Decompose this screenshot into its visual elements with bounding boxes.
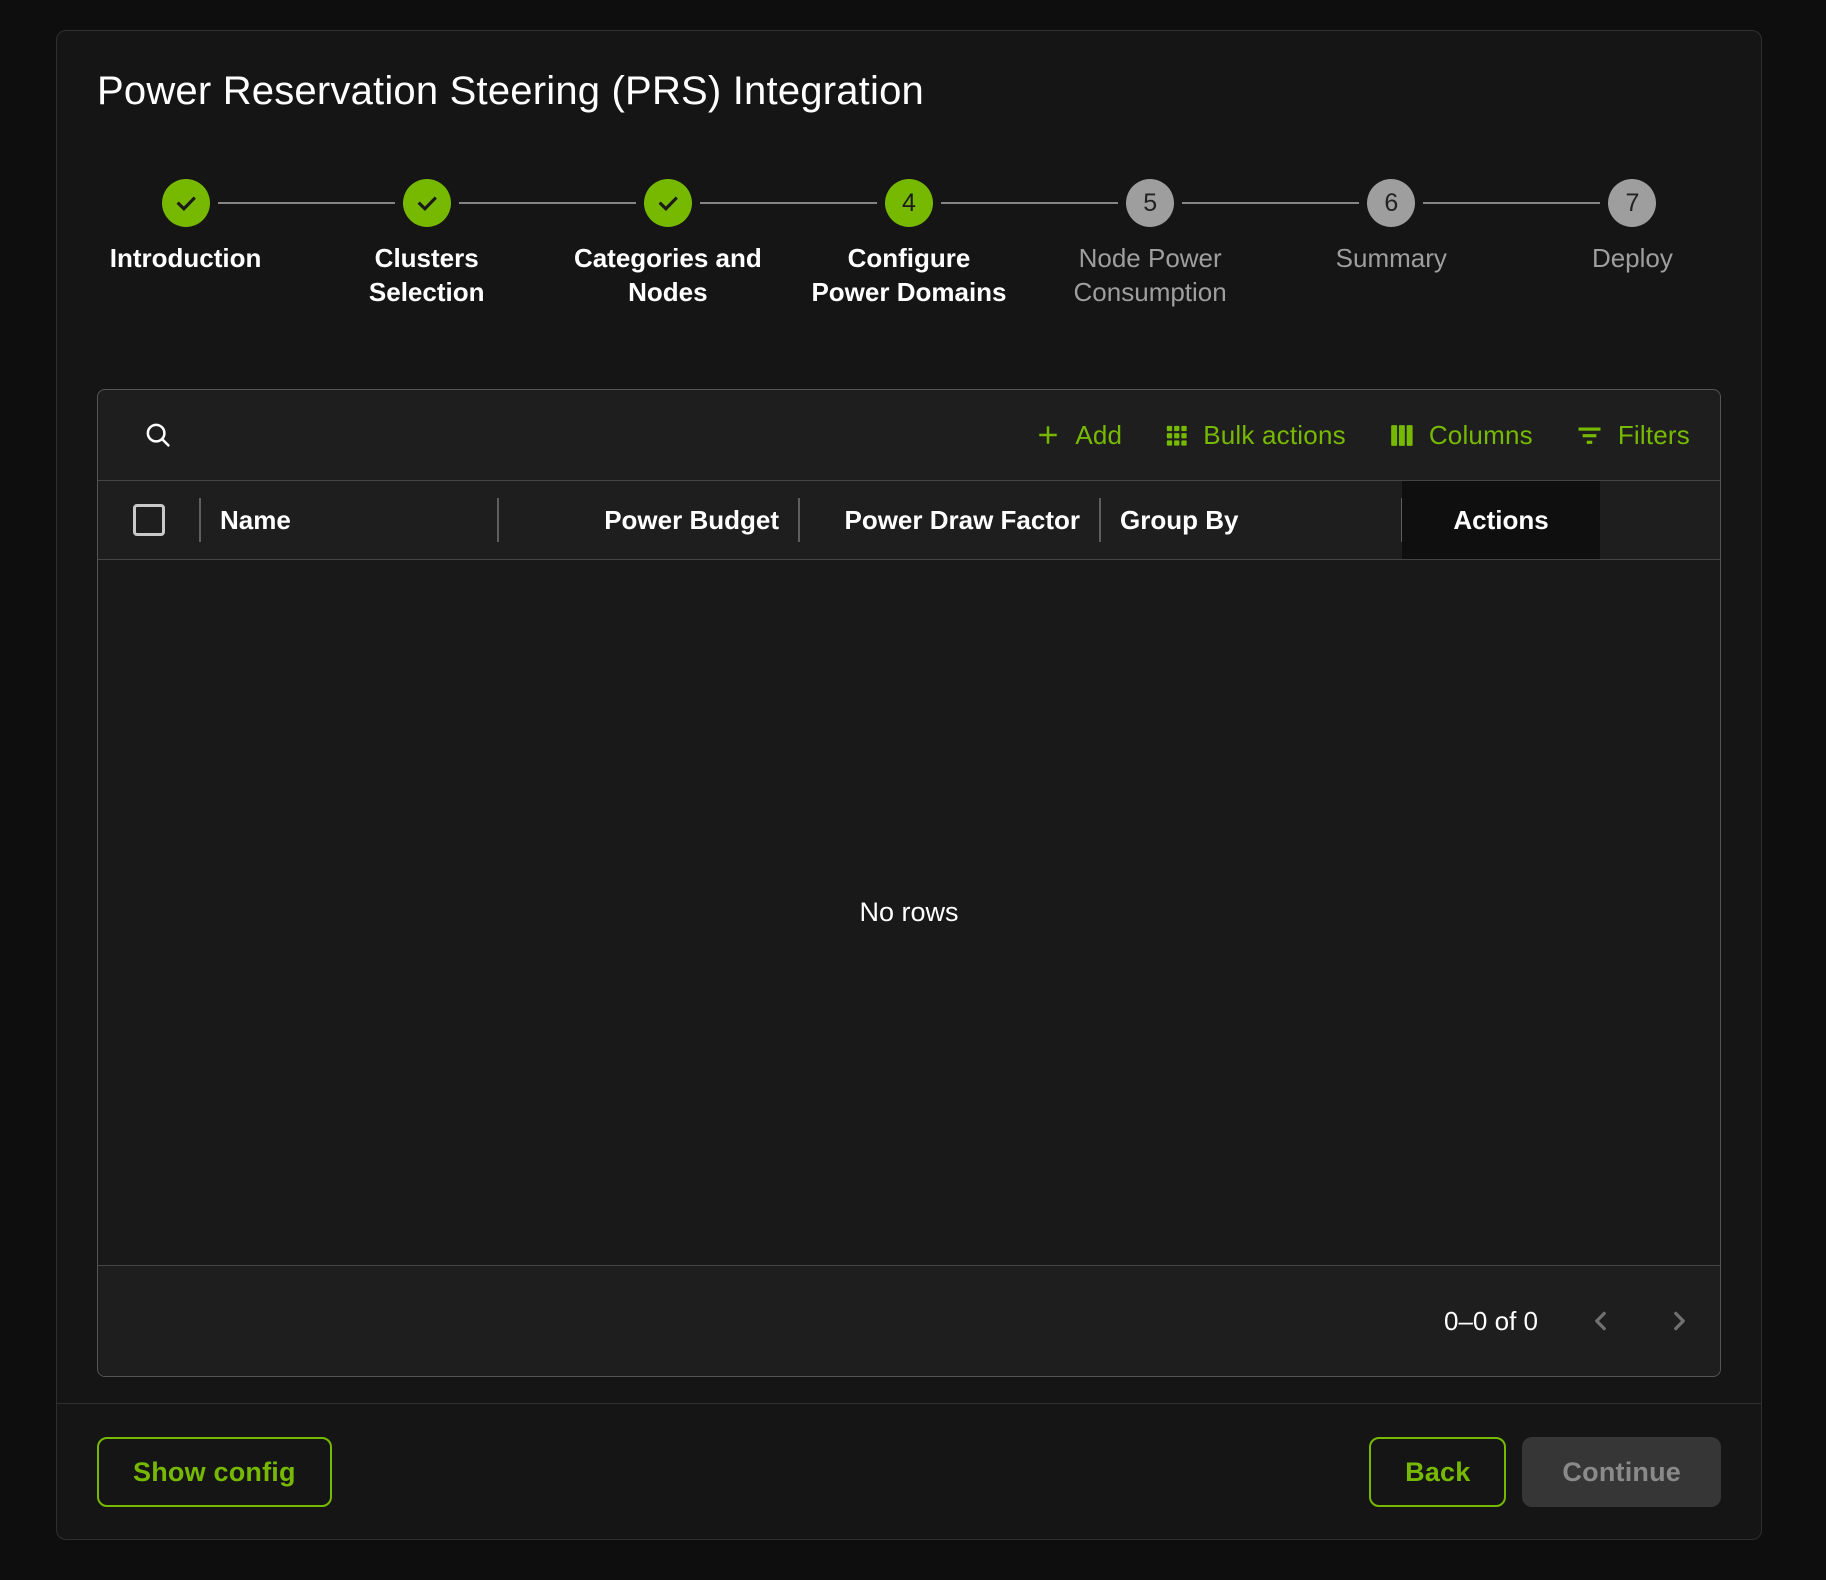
- wizard-panel: Power Reservation Steering (PRS) Integra…: [56, 30, 1762, 1540]
- page-title: Power Reservation Steering (PRS) Integra…: [97, 67, 1721, 115]
- step-number: 7: [1625, 189, 1639, 218]
- table-body: No rows: [98, 560, 1720, 1265]
- pagination-bar: 0–0 of 0: [98, 1265, 1720, 1376]
- column-header-actions: Actions: [1402, 481, 1600, 559]
- step-connector: [1030, 202, 1119, 204]
- step-label: Configure Power Domains: [811, 241, 1006, 309]
- column-header-label: Group By: [1120, 505, 1238, 536]
- stepper-step-6: 6 Summary: [1271, 179, 1512, 309]
- step-circle-2: [403, 179, 451, 227]
- step-circle-3: [644, 179, 692, 227]
- chevron-right-icon: [1664, 1306, 1694, 1336]
- columns-icon: [1386, 420, 1417, 451]
- step-connector: [1182, 202, 1271, 204]
- step-label: Clusters Selection: [369, 241, 485, 309]
- grid-icon: [1162, 421, 1191, 450]
- step-connector: [459, 202, 548, 204]
- add-button[interactable]: Add: [1033, 420, 1122, 451]
- step-label: Summary: [1336, 241, 1447, 275]
- back-button[interactable]: Back: [1369, 1437, 1506, 1507]
- footer-bar: Show config Back Continue: [57, 1403, 1761, 1540]
- stepper-step-5: 5 Node Power Consumption: [1030, 179, 1271, 309]
- previous-page-button[interactable]: [1586, 1306, 1616, 1336]
- filter-icon: [1573, 419, 1606, 452]
- step-connector: [306, 202, 395, 204]
- datagrid-toolbar: Add Bulk actions Columns Filters: [98, 390, 1720, 480]
- toolbar-button-label: Filters: [1618, 420, 1690, 451]
- step-connector: [1512, 202, 1601, 204]
- step-number: 5: [1143, 189, 1157, 218]
- stepper-step-3: Categories and Nodes: [547, 179, 788, 309]
- step-connector: [700, 202, 789, 204]
- bulk-actions-button[interactable]: Bulk actions: [1162, 420, 1346, 451]
- column-header-name[interactable]: Name: [200, 481, 498, 559]
- check-icon: [654, 189, 682, 217]
- chevron-left-icon: [1586, 1306, 1616, 1336]
- search-button[interactable]: [142, 419, 174, 451]
- step-label: Introduction: [110, 241, 262, 275]
- step-label: Deploy: [1592, 241, 1673, 275]
- datagrid: Add Bulk actions Columns Filters Name Power …: [97, 389, 1721, 1377]
- stepper-step-7: 7 Deploy: [1512, 179, 1753, 309]
- column-header-power-budget[interactable]: Power Budget: [498, 481, 799, 559]
- column-header-label: Power Budget: [604, 505, 779, 536]
- show-config-button[interactable]: Show config: [97, 1437, 332, 1507]
- select-all-header-cell: [98, 481, 200, 559]
- step-circle-6: 6: [1367, 179, 1415, 227]
- step-connector: [218, 202, 307, 204]
- column-header-label: Power Draw Factor: [844, 505, 1080, 536]
- step-circle-7: 7: [1608, 179, 1656, 227]
- wizard-content: Power Reservation Steering (PRS) Integra…: [57, 31, 1761, 1377]
- stepper-step-2: Clusters Selection: [306, 179, 547, 309]
- stepper-step-4: 4 Configure Power Domains: [788, 179, 1029, 309]
- step-number: 6: [1384, 189, 1398, 218]
- footer-nav-buttons: Back Continue: [1369, 1437, 1721, 1507]
- stepper: Introduction Clusters Selection Categories…: [65, 179, 1753, 309]
- toolbar-button-label: Columns: [1429, 420, 1533, 451]
- search-icon: [142, 419, 174, 451]
- column-header-group-by[interactable]: Group By: [1100, 481, 1402, 559]
- pagination-range-label: 0–0 of 0: [1444, 1306, 1538, 1337]
- step-number: 4: [902, 189, 916, 218]
- header-spacer-cell: [1600, 481, 1720, 559]
- column-header-label: Name: [220, 505, 291, 536]
- continue-button[interactable]: Continue: [1522, 1437, 1721, 1507]
- step-connector: [788, 202, 877, 204]
- filters-button[interactable]: Filters: [1573, 419, 1690, 452]
- step-label: Categories and Nodes: [574, 241, 762, 309]
- no-rows-label: No rows: [859, 897, 958, 928]
- select-all-checkbox[interactable]: [133, 504, 165, 536]
- step-circle-4: 4: [885, 179, 933, 227]
- check-icon: [413, 189, 441, 217]
- toolbar-button-label: Bulk actions: [1203, 420, 1346, 451]
- columns-button[interactable]: Columns: [1386, 420, 1533, 451]
- check-icon: [172, 189, 200, 217]
- table-header-row: Name Power Budget Power Draw Factor Group B…: [98, 480, 1720, 560]
- step-label: Node Power Consumption: [1074, 241, 1227, 309]
- stepper-step-1: Introduction: [65, 179, 306, 309]
- next-page-button[interactable]: [1664, 1306, 1694, 1336]
- plus-icon: [1033, 420, 1063, 450]
- step-connector: [941, 202, 1030, 204]
- step-connector: [1423, 202, 1512, 204]
- step-connector: [1271, 202, 1360, 204]
- column-header-power-draw-factor[interactable]: Power Draw Factor: [799, 481, 1100, 559]
- step-circle-5: 5: [1126, 179, 1174, 227]
- toolbar-actions: Add Bulk actions Columns Filters: [1033, 419, 1690, 452]
- toolbar-button-label: Add: [1075, 420, 1122, 451]
- step-circle-1: [162, 179, 210, 227]
- step-connector: [547, 202, 636, 204]
- column-header-label: Actions: [1453, 505, 1548, 536]
